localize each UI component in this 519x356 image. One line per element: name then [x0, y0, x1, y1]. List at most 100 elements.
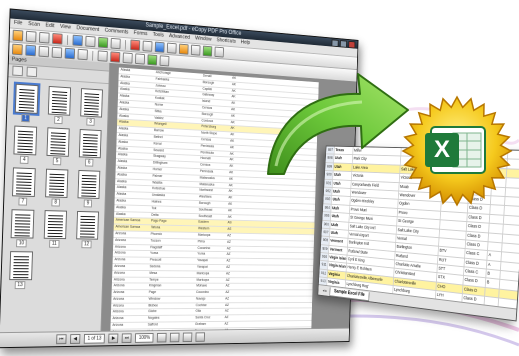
fit-width-icon[interactable] [77, 48, 88, 61]
continuous-icon[interactable] [169, 332, 180, 343]
spreadsheet-cell[interactable]: A [487, 251, 502, 261]
last-page-icon[interactable]: ⏭ [121, 333, 132, 344]
page-number: 3 [86, 117, 95, 126]
rotate-icon[interactable] [142, 40, 153, 52]
menu-edit[interactable]: Edit [45, 22, 54, 32]
settings-icon[interactable] [26, 66, 38, 78]
page-thumbnail[interactable]: 7 [10, 167, 37, 206]
page-thumbnail[interactable]: 4 [11, 125, 38, 164]
select-icon[interactable] [38, 45, 50, 58]
spreadsheet-cell[interactable] [489, 214, 505, 224]
page-number: 2 [54, 115, 63, 125]
markup-icon[interactable] [110, 51, 121, 63]
pencil-icon[interactable] [122, 52, 133, 64]
page-thumbnail[interactable]: 1 [12, 81, 41, 123]
zoom-icon[interactable] [154, 41, 165, 53]
page-thumbnail[interactable]: 11 [42, 210, 68, 248]
page-thumbnail[interactable]: 13 [7, 251, 34, 290]
print-icon[interactable] [38, 31, 50, 44]
open-folder-icon[interactable] [12, 29, 24, 42]
text-tool-icon[interactable] [190, 44, 201, 56]
sheet-cell: Bisbee [148, 303, 159, 308]
spreadsheet-cell[interactable] [489, 223, 504, 234]
navigate-icon[interactable] [25, 44, 37, 57]
page-thumbnail[interactable]: 2 [46, 85, 72, 125]
facing-icon[interactable] [182, 332, 193, 343]
sheet-cell: AZ [224, 315, 229, 320]
shapes-icon[interactable] [135, 53, 146, 65]
menu-help[interactable]: Help [241, 39, 251, 48]
spreadsheet-cell[interactable]: A [486, 260, 502, 271]
fit-page-icon[interactable] [64, 47, 76, 60]
spreadsheet-cell[interactable] [485, 287, 500, 298]
spreadsheet-cell[interactable]: Utah [332, 179, 352, 189]
page-number: 11 [48, 239, 60, 248]
sheet-cell: Santa Cruz [195, 315, 211, 320]
page-preview [10, 209, 34, 239]
menu-scan[interactable]: Scan [28, 20, 40, 30]
page-thumbnail[interactable]: 12 [74, 210, 100, 249]
page-thumbnail[interactable]: 10 [8, 209, 35, 248]
hand-tool-icon[interactable] [166, 42, 177, 54]
page-preview [12, 125, 37, 156]
menu-tools[interactable]: Tools [153, 31, 164, 40]
sheet-cell: Coconino [197, 245, 211, 250]
delete-icon[interactable] [130, 39, 141, 51]
sheet-cell: Mesa [149, 270, 158, 275]
note-icon[interactable] [97, 50, 108, 62]
spreadsheet-cell[interactable]: Utah [330, 212, 350, 222]
page-options-icon[interactable] [12, 65, 24, 77]
spreadsheet-cell[interactable]: Utah [332, 187, 352, 197]
page-indicator[interactable]: 1 of 13 [83, 333, 106, 344]
sheet-cell: Graham [195, 322, 207, 326]
email-icon[interactable] [52, 32, 63, 45]
sheet-cell: AZ [224, 321, 229, 326]
sheet-cell: Pago Pago [151, 218, 167, 224]
copy-icon[interactable] [85, 35, 96, 48]
spreadsheet-cell[interactable]: B [486, 269, 501, 280]
sheet-cell: AZ [226, 246, 231, 250]
stamp-icon[interactable] [202, 45, 213, 57]
spreadsheet-cell[interactable]: B [485, 278, 501, 289]
minimize-button[interactable] [331, 39, 339, 48]
menu-view[interactable]: View [60, 23, 71, 33]
signature-icon[interactable] [159, 55, 170, 67]
create-pdf-icon[interactable] [97, 36, 109, 49]
spreadsheet-cell[interactable]: Utah [331, 204, 351, 214]
page-thumbnail[interactable]: 9 [75, 169, 101, 208]
zoom-level[interactable]: 100% [135, 333, 154, 343]
page-thumbnail[interactable]: 8 [43, 168, 69, 207]
sheet-cell: AK [228, 195, 233, 200]
save-icon[interactable] [25, 30, 37, 43]
menu-window[interactable]: Window [195, 35, 212, 45]
page-thumbnail[interactable]: 3 [78, 88, 104, 126]
print-status-icon[interactable] [195, 332, 206, 342]
page-thumbnail[interactable]: 5 [44, 127, 70, 166]
sheet-cell: Safford [147, 322, 158, 327]
tab-scroll-icon[interactable]: ◂ ▸ [322, 288, 327, 294]
first-page-icon[interactable]: ⏮ [56, 334, 67, 345]
scan-icon[interactable] [72, 34, 83, 47]
single-page-icon[interactable] [156, 332, 167, 343]
next-page-icon[interactable]: ▶ [108, 333, 119, 344]
spreadsheet-cell[interactable] [487, 242, 503, 252]
sheet-cell: AZ [225, 277, 230, 282]
combine-icon[interactable] [110, 37, 121, 50]
spreadsheet-cell[interactable] [488, 233, 504, 243]
maximize-button[interactable] [339, 40, 348, 48]
spreadsheet-cell[interactable]: Class D [466, 222, 490, 233]
snapshot-icon[interactable] [51, 46, 63, 59]
highlight-icon[interactable] [178, 43, 189, 55]
close-button[interactable] [348, 40, 356, 49]
spreadsheet-cell[interactable]: Class D [467, 213, 491, 223]
attach-icon[interactable] [147, 54, 158, 66]
page-thumbnail[interactable]: 6 [77, 128, 103, 167]
home-icon[interactable] [11, 43, 23, 56]
sheet-cell: AZ [226, 265, 231, 269]
link-icon[interactable] [214, 46, 224, 58]
spreadsheet-cell[interactable]: Utah [331, 196, 351, 205]
menu-forms[interactable]: Forms [134, 29, 148, 39]
menu-file[interactable]: File [14, 19, 23, 29]
sheet-cell: American Samoa [115, 224, 141, 230]
prev-page-icon[interactable]: ◀ [69, 334, 81, 344]
